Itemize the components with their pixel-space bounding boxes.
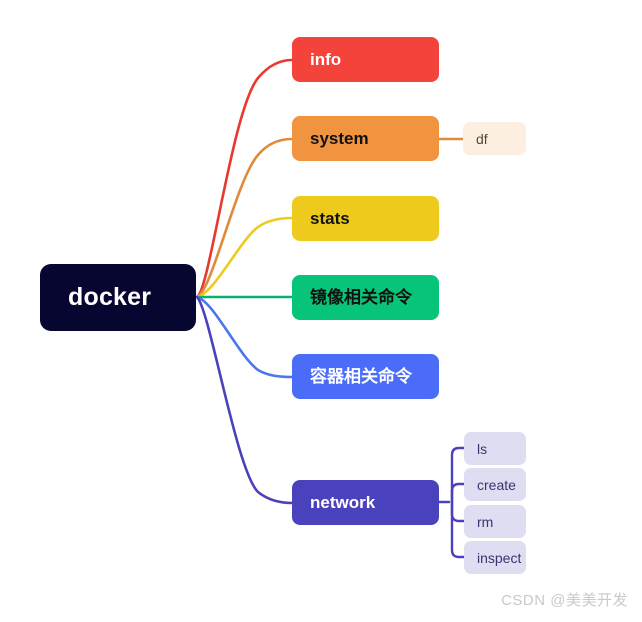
mindmap-node-network[interactable]: network xyxy=(292,480,439,525)
node-label-image-commands: 镜像相关命令 xyxy=(310,288,412,307)
connector-docker-stats xyxy=(195,216,294,299)
mindmap-node-info[interactable]: info xyxy=(292,37,439,82)
mindmap-node-network-ls[interactable]: ls xyxy=(464,432,526,465)
mindmap-node-network-rm[interactable]: rm xyxy=(464,505,526,538)
node-label-network-ls: ls xyxy=(477,440,488,457)
connector-docker-system xyxy=(195,137,294,299)
node-label-network: network xyxy=(310,493,376,512)
mindmap-canvas: docker info system df stats 镜像相关命令 容器相关命… xyxy=(0,0,642,622)
mindmap-node-system[interactable]: system xyxy=(292,116,439,161)
connector-network-create xyxy=(450,482,466,504)
connector-docker-info xyxy=(195,58,294,299)
mindmap-node-df[interactable]: df xyxy=(463,122,526,155)
node-label-container-commands: 容器相关命令 xyxy=(310,367,412,386)
node-label-stats: stats xyxy=(310,209,350,228)
node-label-info: info xyxy=(310,50,342,69)
connector-docker-container-commands xyxy=(195,295,294,379)
node-label-network-inspect: inspect xyxy=(477,549,522,566)
connector-network-rm xyxy=(450,500,466,523)
connector-docker-network xyxy=(195,295,294,505)
root-node-label: docker xyxy=(68,283,152,311)
mindmap-root-node-docker[interactable]: docker xyxy=(40,264,196,331)
node-label-df: df xyxy=(476,130,488,147)
connector-network-ls xyxy=(450,446,466,504)
mindmap-node-image-commands[interactable]: 镜像相关命令 xyxy=(292,275,439,320)
node-label-network-rm: rm xyxy=(477,513,494,530)
mindmap-node-container-commands[interactable]: 容器相关命令 xyxy=(292,354,439,399)
connector-network-inspect xyxy=(450,500,466,559)
mindmap-node-stats[interactable]: stats xyxy=(292,196,439,241)
node-label-system: system xyxy=(310,129,369,148)
mindmap-node-network-inspect[interactable]: inspect xyxy=(464,541,526,574)
mindmap-node-network-create[interactable]: create xyxy=(464,468,526,501)
node-label-network-create: create xyxy=(477,476,516,493)
watermark-text: CSDN @美美开发 xyxy=(501,592,628,609)
